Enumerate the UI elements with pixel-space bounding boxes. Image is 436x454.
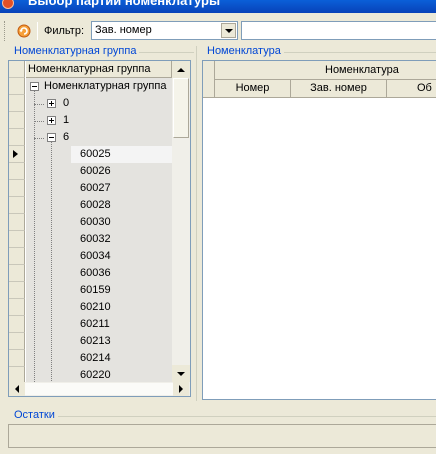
tree-leaf[interactable]: 60214 — [71, 350, 172, 367]
row-indicator-column — [9, 61, 25, 384]
filter-label: Фильтр: — [44, 25, 85, 37]
tree-node-label: 0 — [63, 97, 70, 109]
tree-node-label: 6 — [63, 131, 70, 143]
refresh-icon — [17, 24, 31, 38]
window: Выбор партий номенклатуры Фильтр: Зав. н… — [0, 0, 436, 454]
tree-leaf[interactable]: 60028 — [71, 197, 172, 214]
chevron-down-icon — [224, 28, 233, 33]
filter-select-value: Зав. номер — [95, 24, 152, 36]
tree-vertical-scrollbar[interactable] — [172, 61, 190, 382]
tree-column-header[interactable]: Номенклатурная группа — [26, 61, 172, 78]
group-tree-grid[interactable]: Номенклатурная группа Номенклатурная гру… — [8, 60, 191, 397]
current-row-indicator — [9, 146, 25, 163]
arrow-down-icon — [177, 371, 185, 376]
tree-horizontal-scrollbar[interactable] — [9, 382, 190, 396]
title-bar[interactable]: Выбор партий номенклатуры — [0, 0, 436, 13]
tree-node[interactable]: 0 — [26, 95, 172, 112]
tree-leaf[interactable]: 60210 — [71, 299, 172, 316]
current-row-arrow-icon — [13, 150, 18, 158]
collapse-icon[interactable] — [30, 82, 39, 91]
stock-panel — [8, 424, 436, 448]
left-group-frame: Номенклатурная группа — [14, 45, 194, 59]
window-title: Выбор партий номенклатуры — [28, 0, 221, 8]
tree-leaf[interactable]: 60030 — [71, 214, 172, 231]
right-group-caption: Номенклатура — [207, 45, 436, 57]
right-group-frame: Номенклатура — [207, 45, 436, 59]
column-header-serial[interactable]: Зав. номер — [291, 80, 387, 98]
arrow-right-icon — [179, 385, 183, 393]
scroll-track[interactable] — [25, 383, 173, 395]
arrow-up-icon — [177, 67, 185, 72]
refresh-button[interactable] — [13, 21, 35, 41]
tree-leaf[interactable]: 60032 — [71, 231, 172, 248]
expand-icon[interactable] — [47, 116, 56, 125]
filter-input[interactable] — [241, 21, 436, 40]
collapse-icon[interactable] — [47, 133, 56, 142]
bottom-group-frame: Остатки — [14, 409, 436, 423]
column-header-number[interactable]: Номер — [215, 80, 291, 98]
scroll-up-button[interactable] — [172, 61, 190, 78]
tree-leaf[interactable]: 60159 — [71, 282, 172, 299]
tree-leaf[interactable]: 60034 — [71, 248, 172, 265]
tree-leaf[interactable]: 60026 — [71, 163, 172, 180]
scroll-left-button[interactable] — [9, 382, 25, 396]
toolbar-separator — [37, 22, 38, 40]
tree-leaf-selected[interactable]: 60025 — [71, 146, 172, 163]
toolbar-grip[interactable] — [4, 21, 7, 41]
bottom-group-caption: Остатки — [14, 409, 436, 421]
tree-node[interactable]: 1 — [26, 112, 172, 129]
arrow-left-icon — [15, 385, 19, 393]
tree-node-label: 1 — [63, 114, 70, 126]
scroll-thumb[interactable] — [173, 78, 189, 138]
expand-icon[interactable] — [47, 99, 56, 108]
left-group-caption: Номенклатурная группа — [14, 45, 194, 57]
tree-root-node[interactable]: Номенклатурная группа — [26, 78, 172, 95]
scroll-right-button[interactable] — [173, 382, 189, 396]
filter-select[interactable]: Зав. номер — [91, 21, 238, 40]
tree-node[interactable]: 6 — [26, 129, 172, 146]
tree-node-label: Номенклатурная группа — [44, 80, 167, 92]
nomenclature-band-header[interactable]: Номенклатура — [215, 61, 436, 80]
scroll-down-button[interactable] — [172, 365, 190, 382]
tree-leaf[interactable]: 60036 — [71, 265, 172, 282]
tree-leaf[interactable]: 60211 — [71, 316, 172, 333]
tree-leaf[interactable]: 60213 — [71, 333, 172, 350]
app-icon — [2, 0, 14, 9]
tree-leaf[interactable]: 60027 — [71, 180, 172, 197]
filter-dropdown-button[interactable] — [221, 23, 236, 38]
tree-body: Номенклатурная группа 0 1 6 60025 60026 … — [26, 78, 172, 390]
column-header-third[interactable]: Об — [387, 80, 436, 98]
row-indicator-header — [203, 61, 215, 98]
nomenclature-grid[interactable]: Номенклатура Номер Зав. номер Об — [202, 60, 436, 400]
panel-splitter[interactable] — [196, 46, 197, 401]
